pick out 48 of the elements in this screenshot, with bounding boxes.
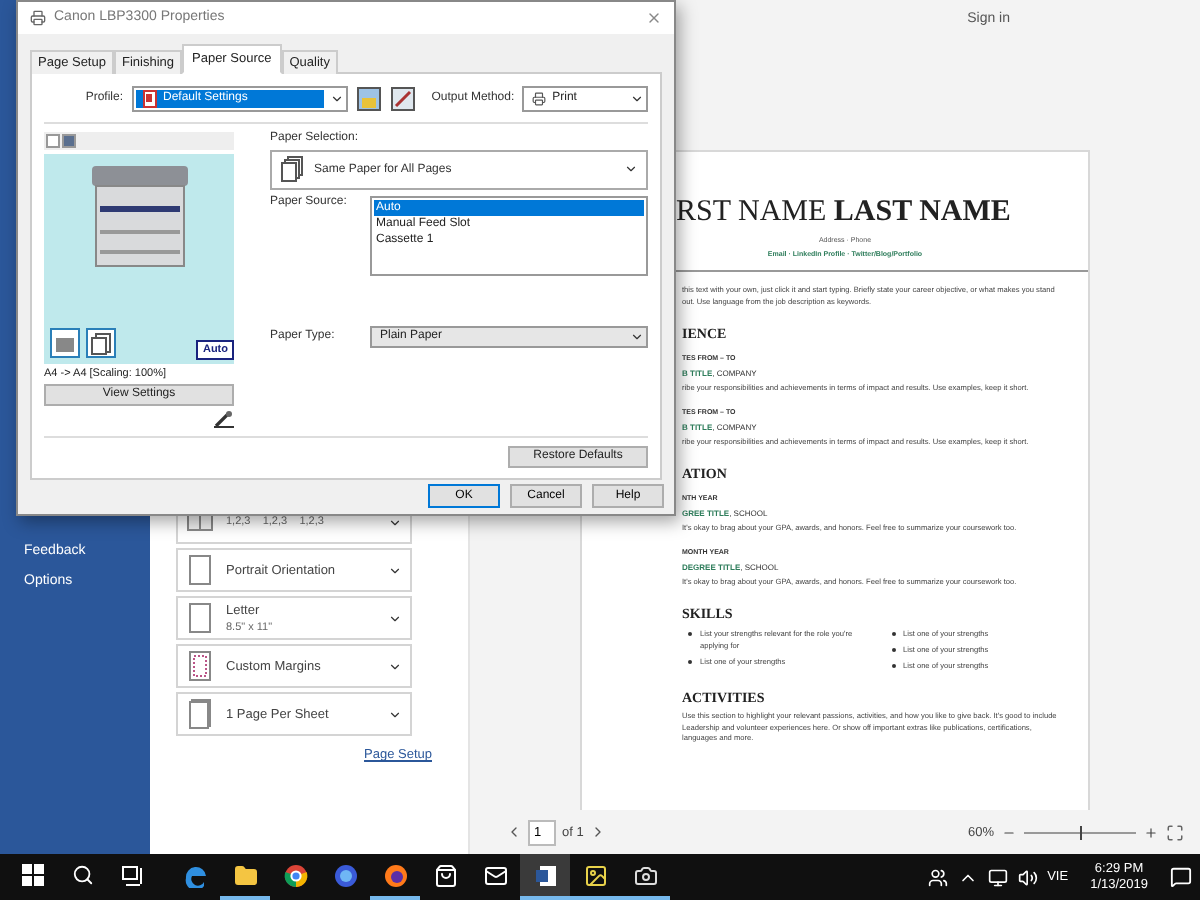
page-view-button[interactable] xyxy=(46,133,60,148)
resume-name: RST NAME LAST NAME xyxy=(676,196,1013,230)
close-icon[interactable] xyxy=(646,9,662,26)
taskbar-app[interactable] xyxy=(520,854,570,900)
previous-page-icon[interactable] xyxy=(506,824,522,840)
caret-icon xyxy=(629,91,644,106)
profile-icon xyxy=(141,89,157,108)
firefox-icon xyxy=(383,863,407,887)
caret-icon xyxy=(624,162,638,177)
margins-icon xyxy=(186,650,214,682)
people-icon[interactable] xyxy=(927,867,948,887)
printer-view-button[interactable] xyxy=(62,133,76,148)
pages-icon xyxy=(186,698,214,730)
task-view-icon xyxy=(122,865,144,885)
page-icon xyxy=(186,554,214,586)
profile-add-icon xyxy=(355,85,382,112)
zoom-in-icon[interactable] xyxy=(1144,825,1158,839)
photo-icon xyxy=(583,863,607,887)
word-icon xyxy=(533,863,557,887)
add-profile-button[interactable] xyxy=(355,83,382,114)
pages-thumbnail-icon[interactable] xyxy=(86,327,116,358)
camera-icon xyxy=(633,863,657,887)
paper-stack-icon xyxy=(280,155,304,184)
store-icon xyxy=(433,863,457,887)
globe-icon xyxy=(333,863,357,887)
notification-icon[interactable] xyxy=(1170,866,1192,888)
mail-icon xyxy=(483,863,507,887)
edge-icon xyxy=(183,863,207,887)
search-icon xyxy=(72,864,94,886)
network-icon[interactable] xyxy=(987,867,1008,887)
printer-icon xyxy=(532,91,547,106)
caret-icon xyxy=(388,611,402,625)
caret-icon xyxy=(630,329,644,344)
caret-icon xyxy=(388,563,402,577)
volume-icon[interactable] xyxy=(1017,867,1038,887)
profile-edit-icon xyxy=(389,85,416,112)
chrome-icon xyxy=(283,863,307,887)
caret-icon xyxy=(388,515,402,529)
caret-icon xyxy=(388,659,402,673)
edit-profile-button[interactable] xyxy=(389,83,416,114)
folder-icon xyxy=(233,863,257,887)
printer-icon xyxy=(30,9,46,26)
caret-icon xyxy=(388,707,402,721)
windows-icon xyxy=(22,864,44,886)
caret-icon xyxy=(329,91,344,106)
fit-page-icon[interactable] xyxy=(1166,823,1184,841)
printer-thumbnail-icon[interactable] xyxy=(50,327,80,358)
page-icon xyxy=(186,602,214,634)
